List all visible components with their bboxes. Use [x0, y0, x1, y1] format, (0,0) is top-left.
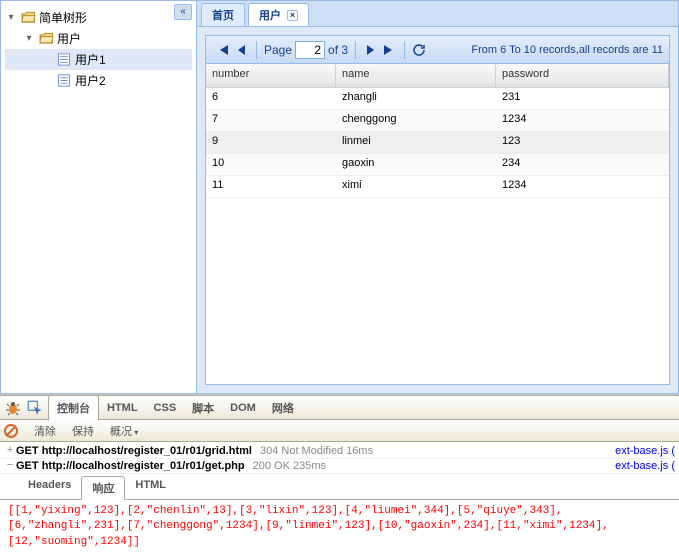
devtools-tab-css[interactable]: CSS	[146, 398, 185, 418]
col-header-name[interactable]: name	[336, 64, 496, 87]
devtools-tab-console[interactable]: 控制台	[48, 395, 99, 421]
col-header-number[interactable]: number	[206, 64, 336, 87]
collapse-button[interactable]: «	[174, 4, 192, 20]
expand-icon[interactable]: +	[4, 445, 16, 457]
tree-leaf-label: 用户2	[75, 72, 106, 89]
devtools-tab-script[interactable]: 脚本	[184, 396, 222, 420]
source-file[interactable]: ext-base.js (	[615, 460, 675, 472]
request-row[interactable]: + GET http://localhost/register_01/r01/g…	[0, 444, 679, 459]
grid-header: number name password	[206, 64, 669, 88]
response-body: [[1,"yixing",123],[2,"chenlin",13],[3,"l…	[0, 500, 679, 554]
tab-home[interactable]: 首页	[201, 3, 245, 26]
table-row[interactable]: 10gaoxin234	[206, 154, 669, 176]
resp-tab-headers[interactable]: Headers	[18, 476, 81, 499]
col-header-password[interactable]: password	[496, 64, 669, 87]
table-row[interactable]: 7chenggong1234	[206, 110, 669, 132]
devtools-log: + GET http://localhost/register_01/r01/g…	[0, 442, 679, 556]
tree-folder-label: 用户	[57, 30, 81, 47]
first-page-icon[interactable]	[214, 42, 230, 58]
devtools-tab-html[interactable]: HTML	[99, 398, 146, 418]
folder-open-icon	[20, 10, 36, 26]
devtools-keep[interactable]: 保持	[64, 423, 102, 439]
devtools-tab-dom[interactable]: DOM	[222, 398, 264, 418]
inspect-icon[interactable]	[26, 399, 44, 417]
document-icon	[56, 52, 72, 68]
table-row[interactable]: 11ximi1234	[206, 176, 669, 198]
stop-icon[interactable]	[4, 424, 18, 438]
resp-tab-html[interactable]: HTML	[125, 476, 176, 499]
response-tabs: Headers 响应 HTML	[0, 474, 679, 500]
close-icon[interactable]: ×	[287, 10, 298, 21]
main-panel: 首页 用户 × Page of 3	[197, 0, 679, 394]
minus-icon[interactable]: ▾	[23, 33, 35, 44]
devtools-tab-net[interactable]: 网络	[264, 396, 302, 420]
minus-icon[interactable]: ▾	[5, 12, 17, 23]
tab-strip: 首页 用户 ×	[197, 1, 678, 27]
devtools-subbar: 清除 保持 概况	[0, 420, 679, 442]
tree-folder[interactable]: ▾ 用户	[5, 28, 192, 49]
prev-page-icon[interactable]	[234, 42, 250, 58]
tree-root-label: 简单树形	[39, 9, 87, 26]
tree-leaf-label: 用户1	[75, 51, 106, 68]
devtools-tabbar: 控制台 HTML CSS 脚本 DOM 网络	[0, 395, 679, 420]
tree-leaf[interactable]: 用户1	[5, 49, 192, 70]
devtools-profile[interactable]: 概况	[102, 423, 146, 439]
folder-open-icon	[38, 31, 54, 47]
firebug-icon[interactable]	[4, 399, 22, 417]
devtools-panel: 控制台 HTML CSS 脚本 DOM 网络 清除 保持 概况 + GET ht…	[0, 395, 679, 553]
next-page-icon[interactable]	[362, 42, 378, 58]
tree-root[interactable]: ▾ 简单树形	[5, 7, 192, 28]
tree-panel: « ▾ 简单树形 ▾ 用户 用户1	[0, 0, 197, 394]
tree-leaf[interactable]: 用户2	[5, 70, 192, 91]
page-of: of 3	[328, 43, 348, 57]
last-page-icon[interactable]	[382, 42, 398, 58]
refresh-icon[interactable]	[411, 42, 427, 58]
grid-panel: Page of 3 From 6 To 10 records,all recor…	[205, 35, 670, 385]
collapse-icon[interactable]: −	[4, 460, 16, 472]
page-input[interactable]	[295, 41, 325, 59]
table-row[interactable]: 6zhangli231	[206, 88, 669, 110]
paging-info: From 6 To 10 records,all records are 11	[471, 44, 663, 56]
resp-tab-response[interactable]: 响应	[81, 476, 125, 500]
document-icon	[56, 73, 72, 89]
paging-toolbar: Page of 3 From 6 To 10 records,all recor…	[206, 36, 669, 64]
table-row[interactable]: 9linmei123	[206, 132, 669, 154]
source-file[interactable]: ext-base.js (	[615, 445, 675, 457]
devtools-clear[interactable]: 清除	[26, 423, 64, 439]
grid-body: 6zhangli231 7chenggong1234 9linmei123 10…	[206, 88, 669, 384]
request-row[interactable]: − GET http://localhost/register_01/r01/g…	[0, 459, 679, 474]
tab-user[interactable]: 用户 ×	[248, 3, 309, 26]
page-label: Page	[264, 43, 292, 57]
